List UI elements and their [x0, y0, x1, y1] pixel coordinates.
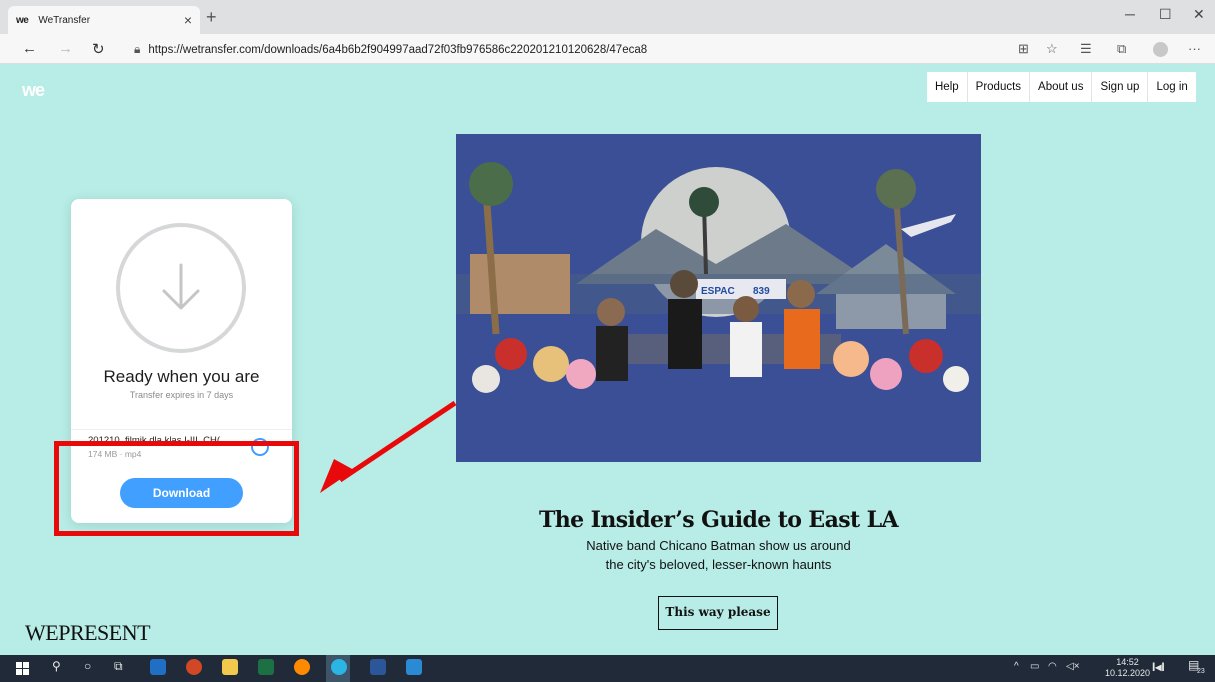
wepresent-logo[interactable]: WEPRESENT [25, 620, 151, 646]
promo-headline: The Insider’s Guide to East LA [539, 507, 899, 533]
file-explorer-icon[interactable] [222, 659, 238, 675]
powerpoint-icon[interactable] [186, 659, 202, 675]
nav-about-us[interactable]: About us [1029, 72, 1091, 102]
more-menu-icon[interactable]: ··· [1188, 41, 1201, 56]
url-field[interactable]: 🔒︎ https://wetransfer.com/downloads/6a4b6… [134, 42, 647, 57]
nav-log-in[interactable]: Log in [1147, 72, 1195, 102]
tray-chevron-icon[interactable]: ^ [1014, 661, 1019, 672]
cortana-icon[interactable]: ○ [84, 659, 91, 673]
top-nav: Help Products About us Sign up Log in [927, 72, 1196, 102]
notification-count: 23 [1197, 668, 1205, 675]
maximize-icon[interactable]: ☐ [1159, 6, 1172, 23]
nav-products[interactable]: Products [966, 72, 1029, 102]
store-icon[interactable] [406, 659, 422, 675]
favorite-star-icon[interactable]: ☆ [1046, 41, 1058, 57]
windows-start-icon[interactable] [16, 662, 29, 675]
nav-help[interactable]: Help [927, 72, 967, 102]
back-icon[interactable]: ← [22, 40, 37, 57]
red-highlight-box [54, 441, 299, 536]
edge-icon[interactable] [331, 659, 347, 675]
east-la-collage-image: ESPAC 839 [456, 134, 981, 462]
this-way-please-button[interactable]: This way please [658, 596, 778, 630]
windows-taskbar: ⚲ ○ ⧉ ^ ▭ ◠ ◁× 14:52 10.12.2020 I◂I ▤ 23 [0, 655, 1215, 682]
clock-time: 14:52 [1116, 657, 1139, 667]
task-view-icon[interactable]: ⧉ [114, 659, 123, 674]
lock-icon: 🔒︎ [134, 42, 141, 56]
taskbar-clock[interactable]: 14:52 10.12.2020 [1105, 657, 1150, 679]
browser-tab-bar: we WeTransfer × + ─ ☐ ✕ [0, 0, 1215, 34]
volume-icon[interactable]: ◁× [1066, 661, 1080, 672]
word-icon[interactable] [370, 659, 386, 675]
wetransfer-favicon-icon: we [16, 14, 29, 26]
address-bar: ← → ↻ 🔒︎ https://wetransfer.com/downloads… [0, 34, 1215, 64]
search-icon[interactable]: ⚲ [52, 659, 61, 673]
card-heading: Ready when you are [103, 367, 260, 386]
wetransfer-logo[interactable]: we [22, 80, 45, 101]
forward-icon[interactable]: → [58, 40, 73, 57]
clock-date: 10.12.2020 [1105, 668, 1151, 678]
battery-icon[interactable]: ▭ [1030, 661, 1039, 672]
promo-subtitle-line-1: Native band Chicano Batman show us aroun… [586, 538, 851, 553]
tab-close-icon[interactable]: × [184, 12, 192, 28]
download-progress-ring [116, 223, 246, 353]
tab-title: WeTransfer [38, 14, 91, 26]
nav-sign-up[interactable]: Sign up [1091, 72, 1147, 102]
window-close-icon[interactable]: ✕ [1193, 6, 1205, 23]
promo-artwork[interactable]: ESPAC 839 [456, 134, 981, 462]
translate-icon[interactable]: ⊞ [1018, 41, 1029, 57]
outlook-icon[interactable] [150, 659, 166, 675]
firefox-icon[interactable] [294, 659, 310, 675]
collections-icon[interactable]: ⧉ [1117, 41, 1126, 57]
app-tray-icon[interactable]: I◂I [1152, 660, 1165, 674]
expiry-text: Transfer expires in 7 days [129, 390, 234, 400]
red-arrow-icon [320, 400, 457, 493]
minimize-icon[interactable]: ─ [1125, 6, 1135, 22]
refresh-icon[interactable]: ↻ [92, 40, 105, 58]
excel-icon[interactable] [258, 659, 274, 675]
artwork-sign-number: 839 [753, 286, 770, 297]
url-text: https://wetransfer.com/downloads/6a4b6b2… [148, 44, 648, 56]
favorites-list-icon[interactable]: ☰ [1080, 41, 1092, 57]
download-arrow-icon [162, 263, 200, 310]
artwork-sign-text: ESPAC [701, 286, 735, 297]
network-icon[interactable]: ◠ [1048, 661, 1057, 672]
profile-avatar[interactable] [1153, 42, 1168, 57]
promo-subtitle-line-2: the city's beloved, lesser-known haunts [605, 557, 832, 572]
new-tab-icon[interactable]: + [206, 7, 217, 28]
browser-tab[interactable]: we WeTransfer × [8, 6, 200, 34]
